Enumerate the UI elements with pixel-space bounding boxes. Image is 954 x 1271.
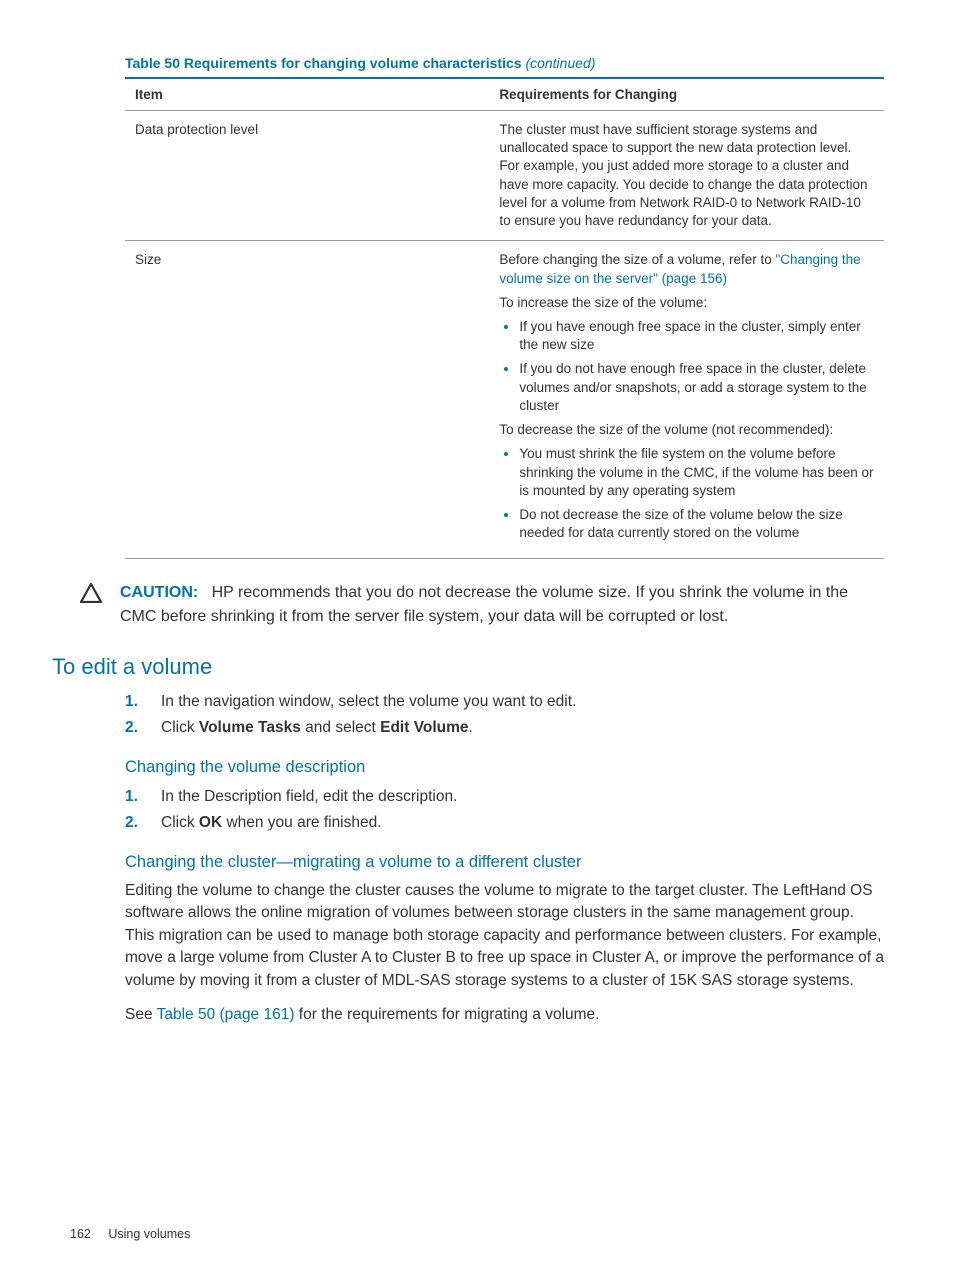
page-footer: 162 Using volumes — [70, 1227, 190, 1241]
cluster-paragraph: Editing the volume to change the cluster… — [125, 880, 884, 992]
list-item: Do not decrease the size of the volume b… — [519, 506, 874, 542]
cell-req-size: Before changing the size of a volume, re… — [489, 241, 884, 559]
cell-item-size: Size — [125, 241, 489, 559]
caution-text: CAUTION: HP recommends that you do not d… — [120, 581, 884, 627]
list-item: Click Volume Tasks and select Edit Volum… — [125, 716, 884, 740]
list-item: Click OK when you are finished. — [125, 811, 884, 835]
caution-body: HP recommends that you do not decrease t… — [120, 584, 848, 624]
size-intro3: To decrease the size of the volume (not … — [499, 421, 874, 439]
caution-icon — [80, 583, 102, 606]
heading-change-cluster: Changing the cluster—migrating a volume … — [125, 853, 884, 872]
see-ref-link[interactable]: Table 50 (page 161) — [157, 1006, 295, 1023]
cell-item-dpl: Data protection level — [125, 111, 489, 241]
size-intro2: To increase the size of the volume: — [499, 294, 874, 312]
list-item: In the Description field, edit the descr… — [125, 785, 884, 809]
see-ref-paragraph: See Table 50 (page 161) for the requirem… — [125, 1004, 884, 1026]
heading-edit-volume: To edit a volume — [52, 654, 884, 680]
table-caption-continued: (continued) — [525, 55, 595, 71]
th-item: Item — [125, 78, 489, 111]
caution-label: CAUTION: — [120, 584, 198, 601]
th-req: Requirements for Changing — [489, 78, 884, 111]
list-item: If you do not have enough free space in … — [519, 360, 874, 415]
table-caption: Table 50 Requirements for changing volum… — [125, 55, 884, 71]
requirements-table: Item Requirements for Changing Data prot… — [125, 77, 884, 559]
table-caption-text: Table 50 Requirements for changing volum… — [125, 55, 522, 71]
size-intro1a: Before changing the size of a volume, re… — [499, 252, 775, 267]
cell-req-dpl: The cluster must have sufficient storage… — [489, 111, 884, 241]
caution-block: CAUTION: HP recommends that you do not d… — [80, 581, 884, 627]
table-row: Size Before changing the size of a volum… — [125, 241, 884, 559]
page-number: 162 — [70, 1227, 91, 1241]
list-item: In the navigation window, select the vol… — [125, 690, 884, 714]
table-row: Data protection level The cluster must h… — [125, 111, 884, 241]
steps-edit-volume: In the navigation window, select the vol… — [125, 690, 884, 740]
list-item: If you have enough free space in the clu… — [519, 318, 874, 354]
footer-section: Using volumes — [108, 1227, 190, 1241]
list-item: You must shrink the file system on the v… — [519, 445, 874, 500]
heading-change-description: Changing the volume description — [125, 758, 884, 777]
steps-change-description: In the Description field, edit the descr… — [125, 785, 884, 835]
